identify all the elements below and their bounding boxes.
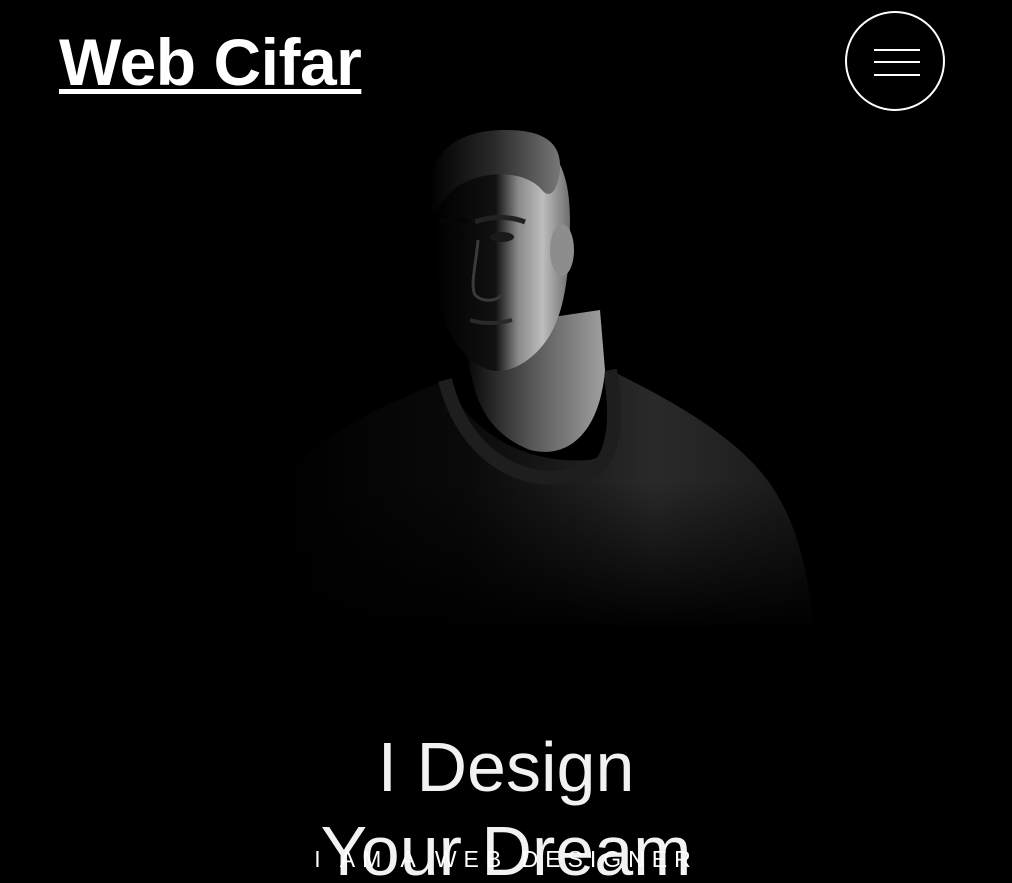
menu-button[interactable] <box>845 11 945 111</box>
hero-headline-line-1: I Design <box>377 727 635 806</box>
hero-subtitle: I AM A WEB DESIGNER <box>314 846 698 872</box>
menu-bar-middle <box>874 61 920 63</box>
hero-portrait-image <box>270 130 830 630</box>
menu-bar-bottom <box>874 74 920 76</box>
site-logo-link[interactable]: Web Cifar <box>59 22 362 102</box>
page: Web Cifar I Design Your Dream I AM A WEB… <box>0 0 1012 883</box>
menu-bar-top <box>874 49 920 51</box>
